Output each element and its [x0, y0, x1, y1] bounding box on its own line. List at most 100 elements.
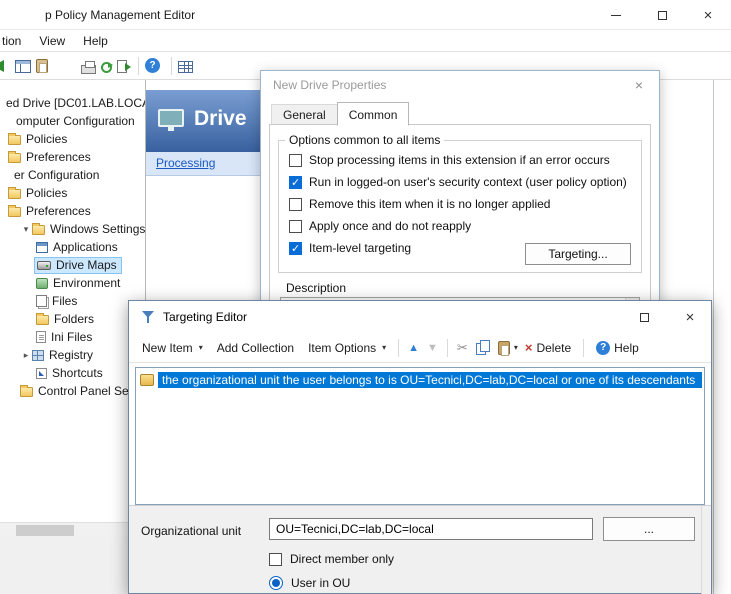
folder-icon	[36, 315, 49, 325]
folder-icon	[8, 189, 21, 199]
option-remove-when-not-applied[interactable]: Remove this item when it is no longer ap…	[289, 195, 631, 213]
checkbox-icon[interactable]	[289, 220, 302, 233]
direct-member-only-label: Direct member only	[290, 552, 394, 566]
funnel-icon	[142, 311, 154, 323]
minimize-button[interactable]	[593, 0, 639, 30]
tree-item-computer-configuration[interactable]: omputer Configuration	[0, 112, 146, 130]
menu-view[interactable]: View	[30, 31, 74, 51]
add-collection-button[interactable]: Add Collection	[210, 337, 301, 359]
option-run-in-user-context[interactable]: Run in logged-on user's security context…	[289, 173, 631, 191]
close-button[interactable]: ×	[667, 301, 713, 333]
option-label: Remove this item when it is no longer ap…	[309, 197, 550, 211]
checkbox-icon[interactable]	[289, 242, 302, 255]
checkbox-icon[interactable]	[289, 176, 302, 189]
back-icon[interactable]	[0, 58, 8, 74]
processing-link[interactable]: Processing	[156, 156, 215, 170]
scrollbar-thumb[interactable]	[16, 525, 74, 536]
new-item-button[interactable]: New Item ▾	[135, 337, 210, 359]
ou-scope-icon	[140, 374, 154, 386]
close-icon: ×	[704, 8, 713, 23]
browse-button[interactable]: ...	[603, 517, 695, 541]
chevron-expanded-icon[interactable]: ▾	[20, 224, 32, 235]
tree-item-user-configuration[interactable]: er Configuration	[0, 166, 146, 184]
move-up-icon[interactable]: ▲	[404, 342, 423, 354]
checkbox-icon[interactable]	[289, 198, 302, 211]
copy-icon[interactable]	[476, 340, 490, 355]
delete-button[interactable]: ×Delete	[518, 336, 578, 359]
targeting-item-ou[interactable]: the organizational unit the user belongs…	[138, 370, 702, 389]
main-titlebar: p Policy Management Editor ×	[0, 0, 731, 30]
refresh-icon[interactable]	[101, 62, 112, 73]
checkbox-icon[interactable]	[269, 553, 282, 566]
maximize-icon	[658, 11, 667, 20]
registry-icon	[32, 350, 44, 361]
targeting-button[interactable]: Targeting...	[525, 243, 631, 265]
folder-icon	[8, 135, 21, 145]
tree-item-preferences-user[interactable]: Preferences	[0, 202, 146, 220]
export-list-icon[interactable]	[117, 60, 127, 73]
help-icon[interactable]: ?	[145, 58, 160, 73]
tree-item-environment[interactable]: Environment	[0, 274, 146, 292]
maximize-button[interactable]	[639, 0, 685, 30]
folder-icon	[8, 153, 21, 163]
organizational-unit-input[interactable]	[269, 518, 593, 540]
option-stop-processing[interactable]: Stop processing items in this extension …	[289, 151, 631, 169]
paste-icon[interactable]	[498, 341, 510, 355]
tree-item-registry[interactable]: ▸ Registry	[0, 346, 146, 364]
option-label: Apply once and do not reapply	[309, 219, 471, 233]
targeting-items-list[interactable]: the organizational unit the user belongs…	[135, 367, 705, 505]
new-item-label: New Item	[142, 341, 193, 355]
menu-help[interactable]: Help	[74, 31, 117, 51]
chevron-down-icon: ▾	[199, 343, 203, 352]
print-icon[interactable]	[81, 65, 96, 74]
toolbar-separator	[398, 339, 399, 357]
detail-scrollbar[interactable]	[701, 506, 711, 594]
close-button[interactable]: ×	[619, 71, 659, 99]
checkbox-icon[interactable]	[289, 154, 302, 167]
show-console-tree-icon[interactable]	[15, 60, 31, 73]
tree-item-windows-settings[interactable]: ▾ Windows Settings	[0, 220, 146, 238]
toolbar-separator	[171, 57, 172, 75]
tree-item-mapped-drive-root[interactable]: ed Drive [DC01.LAB.LOCA	[0, 94, 146, 112]
tree-item-applications[interactable]: Applications	[0, 238, 146, 256]
close-icon: ×	[686, 310, 695, 325]
targeting-item-text: the organizational unit the user belongs…	[158, 372, 702, 388]
chevron-collapsed-icon[interactable]: ▸	[20, 350, 32, 361]
tree-item-policies-user[interactable]: Policies	[0, 184, 146, 202]
tree-item-shortcuts[interactable]: Shortcuts	[0, 364, 146, 382]
tree-item-policies-computer[interactable]: Policies	[0, 130, 146, 148]
folder-icon	[32, 225, 45, 235]
move-down-icon[interactable]: ▼	[423, 342, 442, 354]
close-button[interactable]: ×	[685, 0, 731, 30]
list-view-icon[interactable]	[178, 61, 193, 73]
dialog-title: Targeting Editor	[163, 310, 247, 324]
main-window-title: p Policy Management Editor	[45, 8, 195, 22]
cut-icon[interactable]: ✂	[453, 340, 472, 356]
tree-item-drive-maps[interactable]: Drive Maps	[0, 256, 146, 274]
menu-action[interactable]: tion	[0, 31, 30, 51]
direct-member-only-option[interactable]: Direct member only	[269, 552, 394, 566]
item-options-label: Item Options	[308, 341, 376, 355]
properties-icon[interactable]	[36, 59, 48, 73]
user-in-ou-label: User in OU	[291, 576, 350, 590]
user-in-ou-option[interactable]: User in OU	[269, 576, 350, 590]
item-options-button[interactable]: Item Options▾	[301, 337, 393, 359]
option-apply-once[interactable]: Apply once and do not reapply	[289, 217, 631, 235]
maximize-button[interactable]	[621, 301, 667, 333]
help-button[interactable]: ?Help	[589, 337, 646, 359]
tab-common[interactable]: Common	[337, 102, 410, 126]
tree-item-folders[interactable]: Folders	[0, 310, 146, 328]
targeting-toolbar: New Item ▾ Add Collection Item Options▾ ▲…	[129, 333, 711, 363]
delete-x-icon: ×	[525, 340, 533, 355]
tree-item-ini-files[interactable]: Ini Files	[0, 328, 146, 346]
tree-item-files[interactable]: Files	[0, 292, 146, 310]
shortcut-icon	[36, 368, 47, 379]
tree-selection-highlight: Drive Maps	[34, 257, 122, 274]
tree-horizontal-scrollbar[interactable]	[0, 522, 146, 537]
toolbar-separator	[583, 339, 584, 357]
tree-item-control-panel-settings[interactable]: Control Panel Sett	[0, 382, 146, 400]
radio-icon[interactable]	[269, 576, 283, 590]
drive-maps-icon	[37, 261, 51, 270]
dialog-titlebar: New Drive Properties ×	[261, 71, 659, 99]
tree-item-preferences-computer[interactable]: Preferences	[0, 148, 146, 166]
